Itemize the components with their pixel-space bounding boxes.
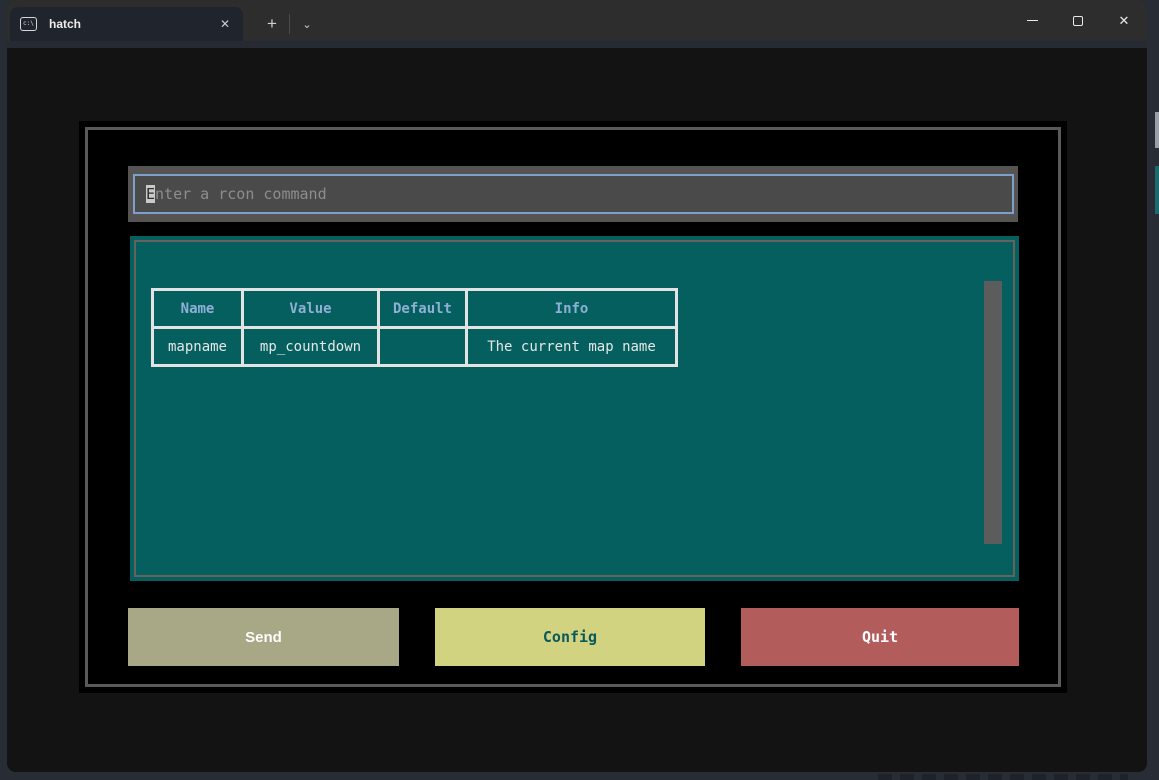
window-controls: ✕ xyxy=(1009,0,1147,41)
maximize-button[interactable] xyxy=(1055,0,1101,41)
rcon-tui-app: Enter a rcon command Name Value Default xyxy=(79,121,1067,693)
config-button[interactable]: Config xyxy=(435,608,705,666)
cvar-results-panel: Name Value Default Info mapname mp_count… xyxy=(130,236,1019,581)
app-frame: Enter a rcon command Name Value Default xyxy=(85,127,1061,687)
table-row[interactable]: mapname mp_countdown The current map nam… xyxy=(153,328,677,366)
text-cursor: E xyxy=(146,185,155,203)
header-name: Name xyxy=(153,290,243,328)
tab-dropdown-icon[interactable]: ⌄ xyxy=(292,7,322,41)
terminal-window: c:\ hatch ✕ + ⌄ ✕ xyxy=(7,0,1147,772)
desktop-backdrop: c:\ hatch ✕ + ⌄ ✕ xyxy=(0,0,1159,780)
minimize-button[interactable] xyxy=(1009,0,1055,41)
tabbar-separator xyxy=(289,14,290,34)
background-window-fragment xyxy=(1155,112,1159,148)
send-button[interactable]: Send xyxy=(128,608,399,666)
command-input-panel: Enter a rcon command xyxy=(128,166,1018,222)
header-default: Default xyxy=(379,290,467,328)
cell-info: The current map name xyxy=(467,328,677,366)
tabstrip-accent xyxy=(7,41,1147,48)
header-value: Value xyxy=(243,290,379,328)
rcon-command-input[interactable]: Enter a rcon command xyxy=(133,174,1014,214)
tab-title: hatch xyxy=(49,17,215,31)
header-info: Info xyxy=(467,290,677,328)
new-tab-button[interactable]: + xyxy=(257,7,287,41)
close-icon: ✕ xyxy=(1119,13,1130,29)
minimize-icon xyxy=(1027,20,1038,21)
cell-value: mp_countdown xyxy=(243,328,379,366)
cell-name: mapname xyxy=(153,328,243,366)
background-window-fragment xyxy=(1155,166,1159,214)
terminal-viewport: Enter a rcon command Name Value Default xyxy=(7,48,1147,772)
table-header-row: Name Value Default Info xyxy=(153,290,677,328)
maximize-icon xyxy=(1073,16,1083,26)
tab-close-icon[interactable]: ✕ xyxy=(215,14,235,34)
input-placeholder: nter a rcon command xyxy=(155,185,327,203)
titlebar[interactable]: c:\ hatch ✕ + ⌄ ✕ xyxy=(7,0,1147,41)
background-window-fragment xyxy=(878,774,1128,780)
quit-button[interactable]: Quit xyxy=(741,608,1019,666)
tab-hatch[interactable]: c:\ hatch ✕ xyxy=(10,7,243,41)
cvar-table: Name Value Default Info mapname mp_count… xyxy=(151,288,678,367)
action-button-row: Send Config Quit xyxy=(128,608,1019,666)
close-button[interactable]: ✕ xyxy=(1101,0,1147,41)
scrollbar[interactable] xyxy=(984,281,1002,544)
cell-default xyxy=(379,328,467,366)
cmd-prompt-icon: c:\ xyxy=(20,17,37,31)
